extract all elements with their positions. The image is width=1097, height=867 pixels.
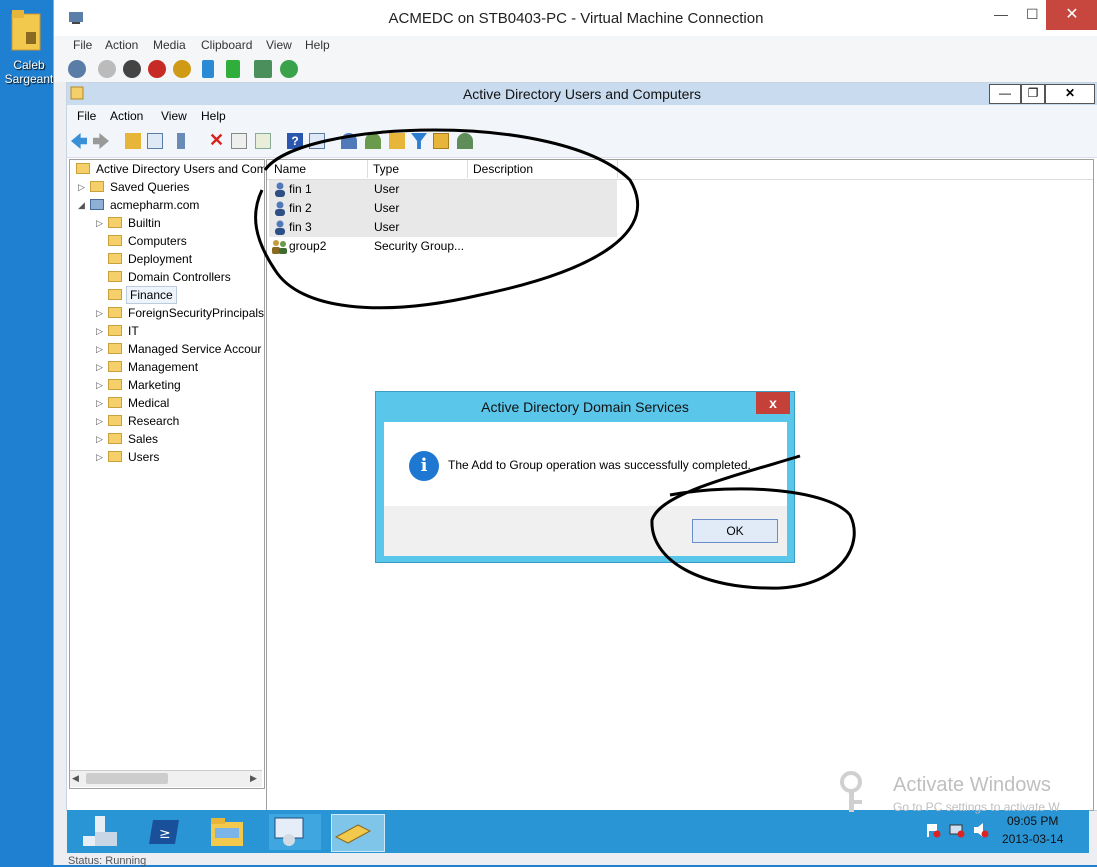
hand-drawn-annotations [254, 128, 856, 590]
annotation-circle-ok [650, 454, 856, 590]
annotation-circle-list [254, 128, 640, 310]
